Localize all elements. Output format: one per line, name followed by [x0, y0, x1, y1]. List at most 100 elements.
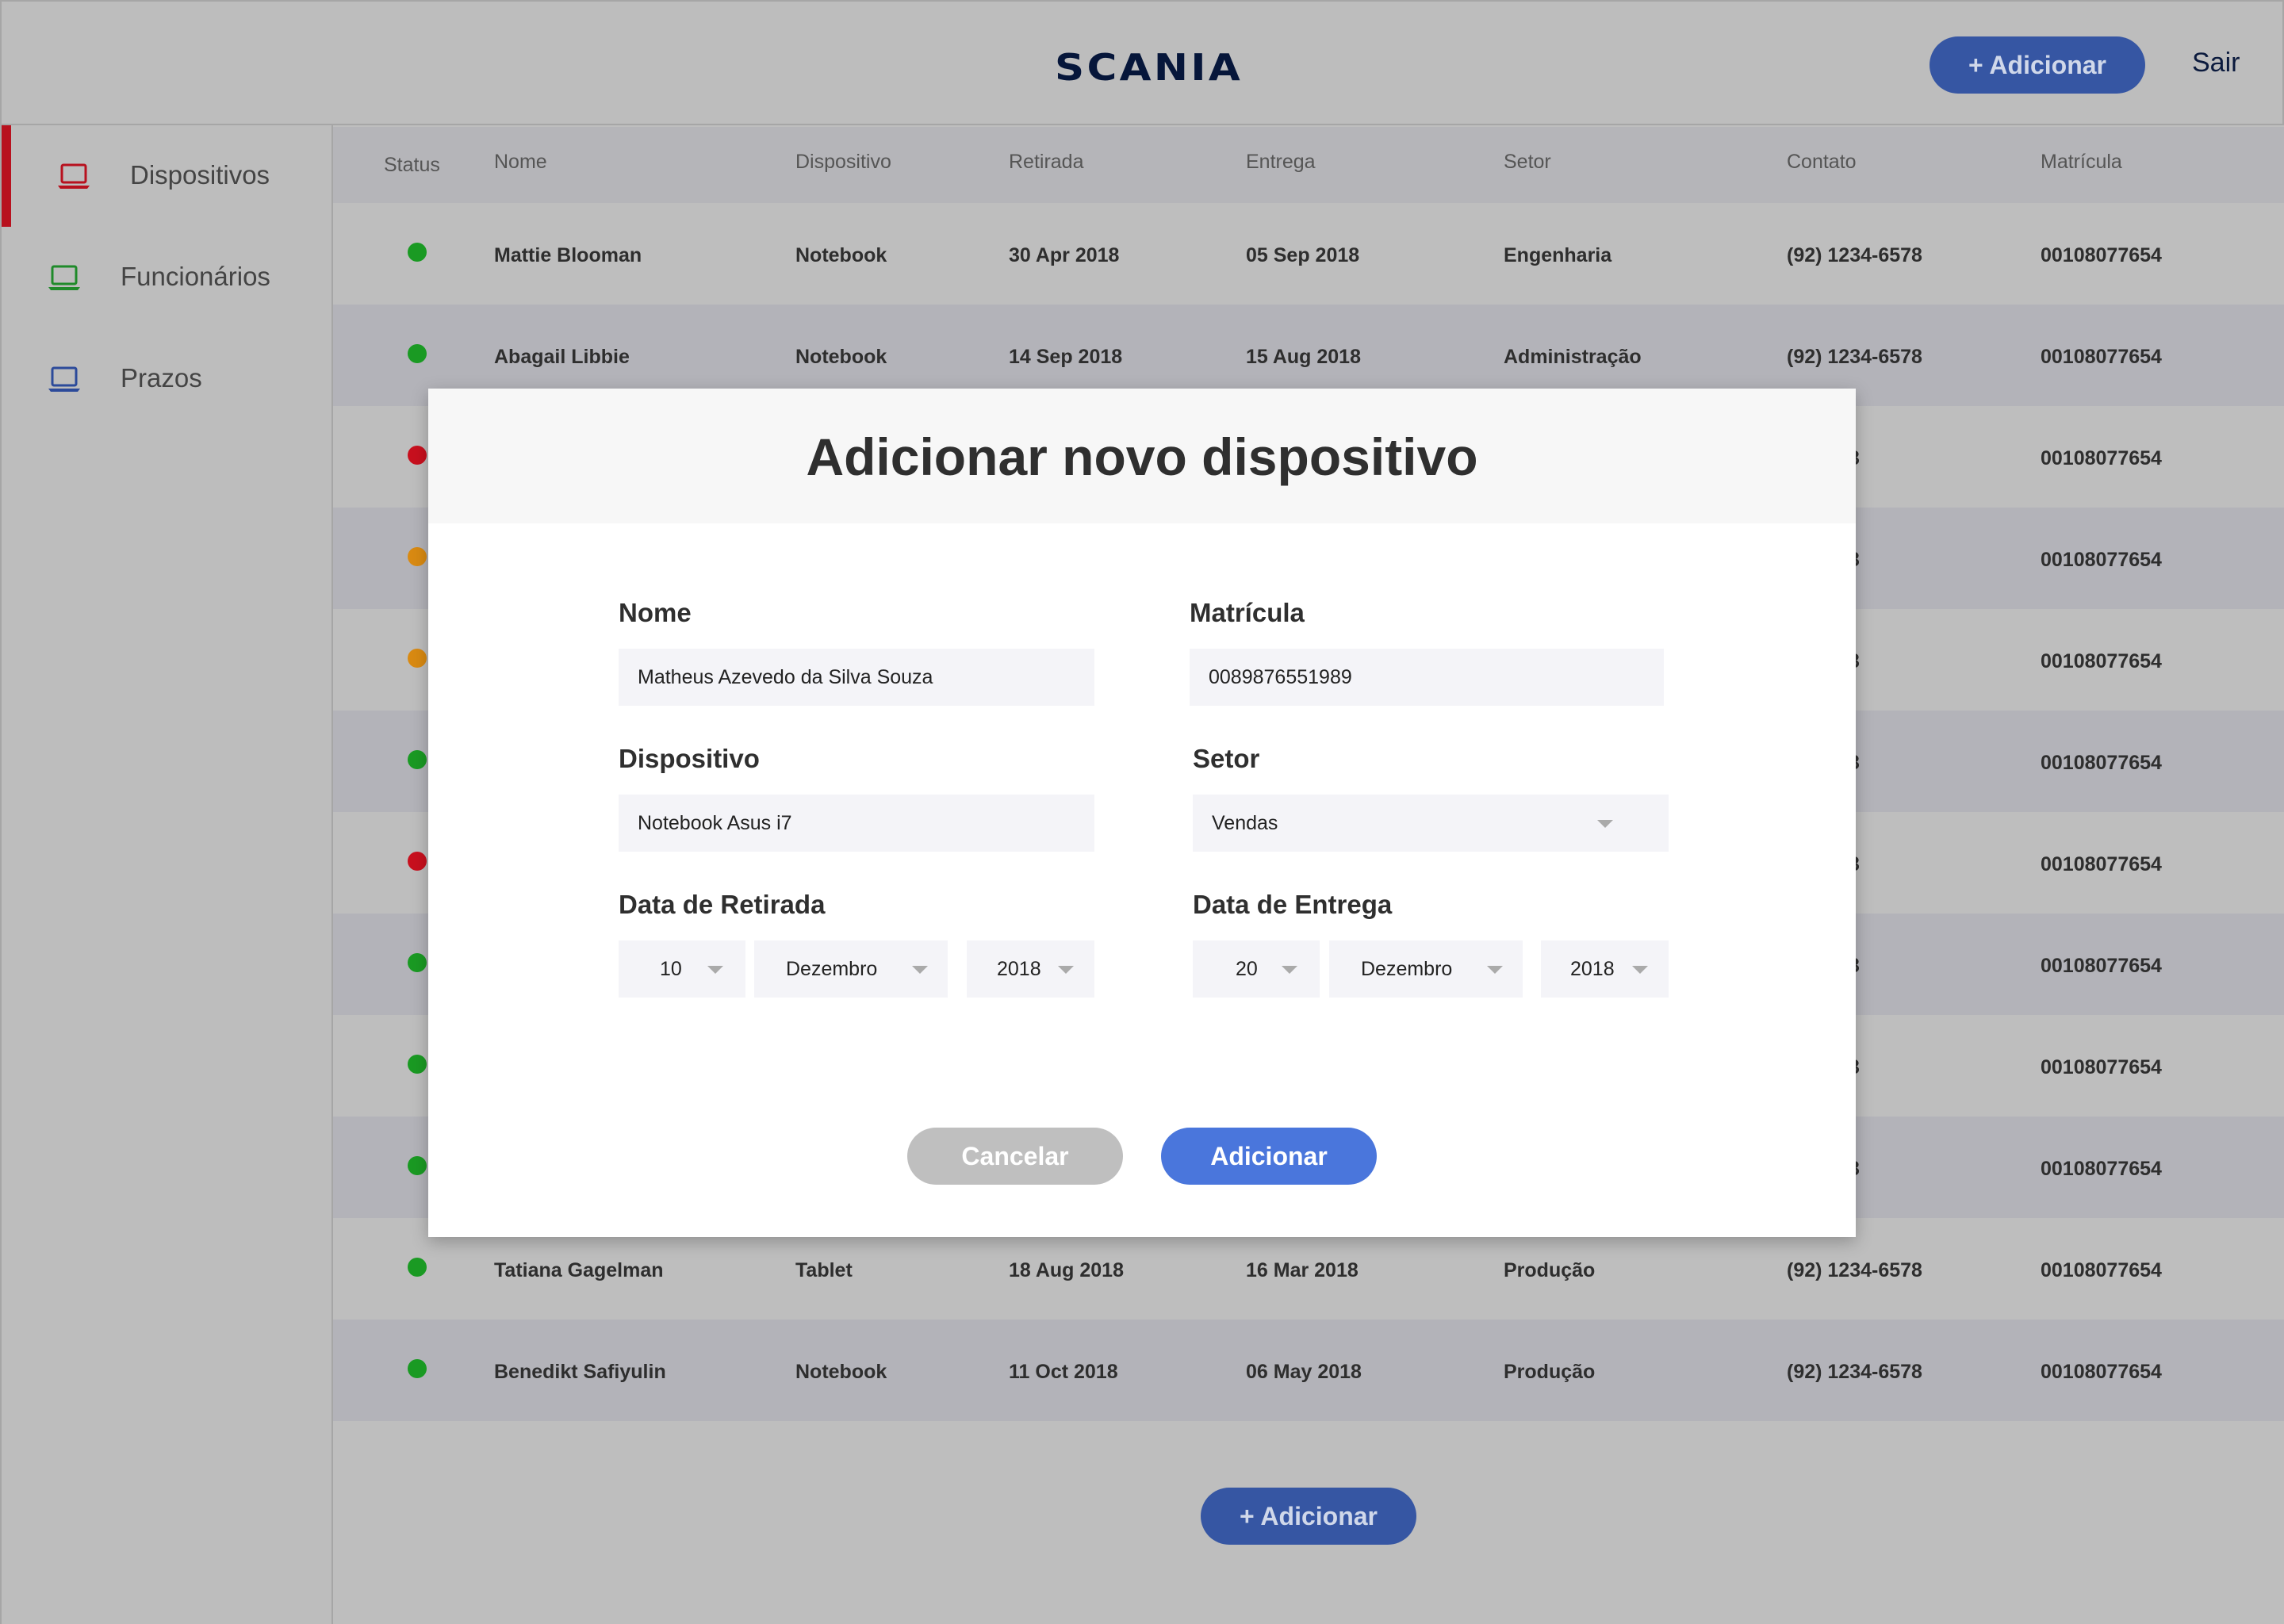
modal-title: Adicionar novo dispositivo: [806, 427, 1478, 486]
entrega-year-select[interactable]: 2018: [1541, 940, 1669, 998]
cell-contato: (92) 1234-6578: [1787, 244, 1922, 266]
add-button[interactable]: Adicionar: [1161, 1128, 1377, 1185]
cell-retirada: 14 Sep 2018: [1009, 346, 1123, 368]
cancel-button[interactable]: Cancelar: [907, 1128, 1123, 1185]
modal-header: Adicionar novo dispositivo: [428, 389, 1856, 523]
cell-matricula: 00108077654: [2041, 853, 2162, 875]
sidebar-item-label: Prazos: [121, 363, 202, 393]
cell-retirada: 18 Aug 2018: [1009, 1259, 1124, 1281]
cell-retirada: 30 Apr 2018: [1009, 244, 1120, 266]
cell-entrega: 06 May 2018: [1246, 1361, 1362, 1383]
status-dot-icon: [408, 953, 427, 972]
retirada-year-value: 2018: [997, 958, 1041, 980]
cell-nome: Mattie Blooman: [494, 244, 642, 266]
nome-field[interactable]: [619, 649, 1094, 706]
cell-nome: Tatiana Gagelman: [494, 1259, 664, 1281]
retirada-day-value: 10: [660, 958, 682, 980]
cell-matricula: 00108077654: [2041, 955, 2162, 977]
entrega-label: Data de Entrega: [1193, 890, 1393, 919]
cell-matricula: 00108077654: [2041, 244, 2162, 266]
cell-contato: (92) 1234-6578: [1787, 346, 1922, 368]
status-dot-icon: [408, 852, 427, 871]
cell-dispositivo: Tablet: [795, 1259, 853, 1281]
sidebar: Dispositivos Funcionários Prazos: [0, 125, 333, 1624]
entrega-month-value: Dezembro: [1361, 958, 1453, 980]
cell-setor: Engenharia: [1504, 244, 1612, 266]
retirada-month-select[interactable]: Dezembro: [754, 940, 948, 998]
cell-entrega: 16 Mar 2018: [1246, 1259, 1359, 1281]
table-row[interactable]: Benedikt Safiyulin Notebook 11 Oct 2018 06 …: [333, 1320, 2284, 1421]
scania-logo: SCANIA: [1055, 46, 1244, 89]
cell-matricula: 00108077654: [2041, 650, 2162, 672]
status-dot-icon: [408, 649, 427, 668]
cell-matricula: 00108077654: [2041, 447, 2162, 469]
top-header: SCANIA + Adicionar Sair: [0, 0, 2284, 125]
sidebar-item-label: Dispositivos: [130, 160, 270, 190]
col-retirada[interactable]: Retirada: [1009, 151, 1084, 174]
exit-link[interactable]: Sair: [2192, 48, 2240, 79]
setor-label: Setor: [1193, 744, 1260, 773]
dispositivo-field[interactable]: [619, 795, 1094, 852]
status-dot-icon: [408, 1156, 427, 1175]
status-dot-icon: [408, 547, 427, 566]
status-dot-icon: [408, 1055, 427, 1074]
laptop-icon: [48, 265, 80, 290]
cell-nome: Benedikt Safiyulin: [494, 1361, 666, 1383]
sidebar-item-dispositivos[interactable]: Dispositivos: [2, 125, 333, 227]
col-nome[interactable]: Nome: [494, 151, 547, 174]
col-setor[interactable]: Setor: [1504, 151, 1551, 174]
retirada-day-select[interactable]: 10: [619, 940, 745, 998]
matricula-field[interactable]: [1190, 649, 1664, 706]
header-add-button[interactable]: + Adicionar: [1930, 36, 2145, 94]
sidebar-item-label: Funcionários: [121, 262, 270, 291]
table-row[interactable]: Mattie Blooman Notebook 30 Apr 2018 05 Sep …: [333, 203, 2284, 304]
status-dot-icon: [408, 243, 427, 262]
cell-entrega: 05 Sep 2018: [1246, 244, 1360, 266]
laptop-icon: [48, 366, 80, 392]
setor-select[interactable]: Vendas: [1193, 795, 1669, 852]
entrega-day-value: 20: [1236, 958, 1258, 980]
status-dot-icon: [408, 1258, 427, 1277]
sidebar-item-funcionarios[interactable]: Funcionários: [2, 227, 333, 328]
bottom-add-button[interactable]: + Adicionar: [1201, 1488, 1416, 1545]
cell-setor: Produção: [1504, 1361, 1596, 1383]
cell-contato: (92) 1234-6578: [1787, 1259, 1922, 1281]
cell-dispositivo: Notebook: [795, 346, 887, 368]
cell-entrega: 15 Aug 2018: [1246, 346, 1361, 368]
cell-dispositivo: Notebook: [795, 244, 887, 266]
status-dot-icon: [408, 446, 427, 465]
cell-matricula: 00108077654: [2041, 1361, 2162, 1383]
chevron-down-icon: [1487, 966, 1503, 974]
cell-nome: Abagail Libbie: [494, 346, 630, 368]
col-dispositivo[interactable]: Dispositivo: [795, 151, 891, 174]
chevron-down-icon: [1632, 966, 1648, 974]
entrega-year-value: 2018: [1570, 958, 1615, 980]
retirada-label: Data de Retirada: [619, 890, 826, 919]
cell-setor: Produção: [1504, 1259, 1596, 1281]
col-matricula[interactable]: Matrícula: [2041, 151, 2122, 174]
col-entrega[interactable]: Entrega: [1246, 151, 1316, 174]
cell-contato: (92) 1234-6578: [1787, 1361, 1922, 1383]
entrega-month-select[interactable]: Dezembro: [1329, 940, 1523, 998]
setor-select-value: Vendas: [1212, 812, 1278, 834]
dispositivo-label: Dispositivo: [619, 744, 760, 773]
cell-matricula: 00108077654: [2041, 1056, 2162, 1078]
status-dot-icon: [408, 750, 427, 769]
chevron-down-icon: [1058, 966, 1074, 974]
matricula-label: Matrícula: [1190, 598, 1305, 627]
col-status[interactable]: Status: [384, 154, 440, 177]
chevron-down-icon: [1282, 966, 1297, 974]
add-device-modal: Adicionar novo dispositivo Nome Matrícul…: [428, 389, 1856, 1237]
nome-label: Nome: [619, 598, 692, 627]
sidebar-item-prazos[interactable]: Prazos: [2, 328, 333, 430]
cell-matricula: 00108077654: [2041, 1259, 2162, 1281]
laptop-icon: [58, 163, 90, 189]
retirada-year-select[interactable]: 2018: [967, 940, 1094, 998]
cell-matricula: 00108077654: [2041, 549, 2162, 571]
entrega-day-select[interactable]: 20: [1193, 940, 1320, 998]
chevron-down-icon: [912, 966, 928, 974]
cell-matricula: 00108077654: [2041, 1158, 2162, 1180]
chevron-down-icon: [707, 966, 723, 974]
status-dot-icon: [408, 344, 427, 363]
col-contato[interactable]: Contato: [1787, 151, 1857, 174]
